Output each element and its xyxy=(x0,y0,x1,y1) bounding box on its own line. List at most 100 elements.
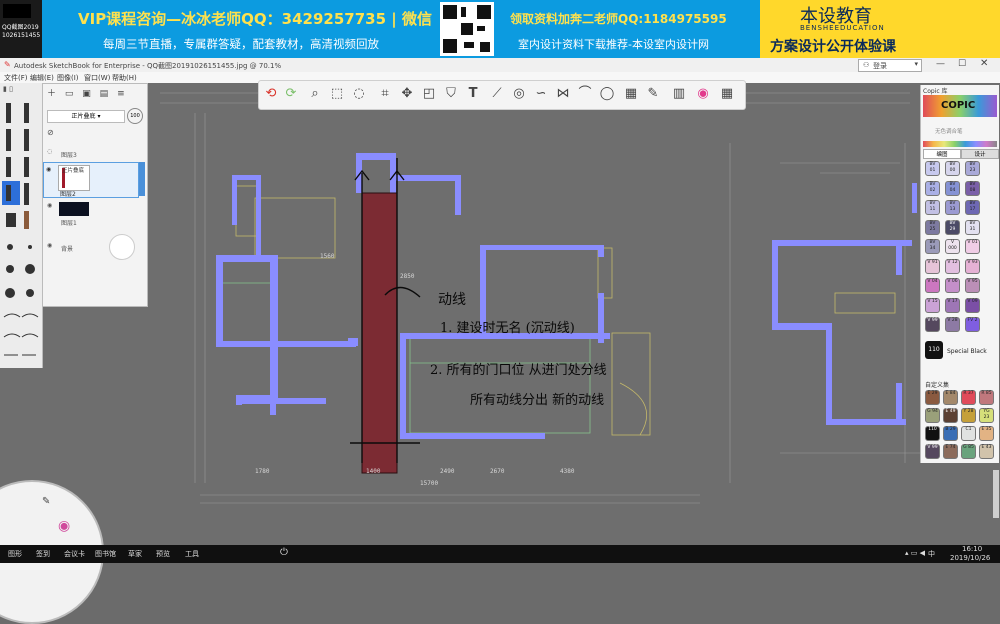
copic-swatch[interactable]: E 29 xyxy=(925,390,940,405)
layer-row[interactable]: ◉ 背景 xyxy=(45,232,145,262)
tab-design[interactable]: 设计 xyxy=(961,149,999,159)
eye-icon[interactable]: ◉ xyxy=(47,242,52,249)
login-dropdown[interactable]: ⚇ 登录 ▾ xyxy=(858,59,922,72)
copic-swatch[interactable]: V 01 xyxy=(965,239,980,254)
merge-icon[interactable]: ▤ xyxy=(100,89,109,99)
crop-icon[interactable]: ⌗ xyxy=(377,86,393,102)
copic-swatch[interactable]: E 35 xyxy=(979,426,994,441)
opacity-dial[interactable]: 100 xyxy=(127,108,143,124)
copic-swatch[interactable]: B 29 xyxy=(943,426,958,441)
color-puck-icon[interactable]: ◉ xyxy=(58,518,70,534)
copic-swatch[interactable]: BV 29 xyxy=(945,219,960,235)
taskbar-item[interactable]: 签到 xyxy=(36,549,50,559)
curve-icon[interactable]: ⌒ xyxy=(577,86,593,102)
copic-icon[interactable]: ▦ xyxy=(623,86,639,102)
tab-edit[interactable]: 编图 xyxy=(923,149,961,159)
copic-swatch[interactable]: V 93 xyxy=(965,258,980,274)
copic-swatch[interactable]: BV 01 xyxy=(925,161,940,176)
copic-swatch[interactable]: Y 28 xyxy=(961,408,976,423)
folder-icon[interactable]: ▭ xyxy=(65,89,74,99)
copic-swatch[interactable]: G 85 xyxy=(961,444,976,459)
brush-puck-icon[interactable]: ✎ xyxy=(42,496,50,507)
copic-swatch[interactable]: BV 23 xyxy=(965,161,980,176)
copic-swatch[interactable]: V 15 xyxy=(925,297,940,313)
copic-swatch[interactable]: BV 02 xyxy=(925,180,940,196)
close-button[interactable]: ✕ xyxy=(980,58,988,69)
ellipse-icon[interactable]: ◎ xyxy=(511,86,527,102)
copic-swatch[interactable]: V 06 xyxy=(945,278,960,293)
copic-swatch[interactable]: V 000 xyxy=(945,239,960,254)
select-icon[interactable]: ⬚ xyxy=(329,86,345,102)
copic-swatch[interactable]: E 84 xyxy=(943,390,958,405)
menu-help[interactable]: 帮助(H) xyxy=(112,73,137,83)
zoom-icon[interactable]: ⌕ xyxy=(307,86,323,102)
lock-icon[interactable]: ⊘ xyxy=(47,128,54,137)
lasso-icon[interactable]: ◌ xyxy=(351,86,367,102)
visibility-icon[interactable]: ◌ xyxy=(47,148,52,155)
power-icon[interactable]: ⏻ xyxy=(280,547,288,558)
copic-swatch[interactable]: V 17 xyxy=(945,297,960,313)
taskbar-item[interactable]: 图书馆 xyxy=(95,549,116,559)
taskbar-item[interactable]: 预览 xyxy=(156,549,170,559)
copic-swatch[interactable]: YG 23 xyxy=(979,408,994,423)
copic-swatch[interactable]: C1 xyxy=(961,426,976,441)
copic-swatch[interactable]: R 37 xyxy=(961,390,976,405)
copic-swatch[interactable]: BV 31 xyxy=(965,219,980,235)
image-icon[interactable]: ▣ xyxy=(82,89,91,99)
color-wheel-icon[interactable]: ◉ xyxy=(695,86,711,102)
eye-icon[interactable]: ◉ xyxy=(46,166,51,173)
transform-icon[interactable]: ✥ xyxy=(399,86,415,102)
grid-icon[interactable]: ▦ xyxy=(719,86,735,102)
copic-swatch[interactable]: BV 11 xyxy=(925,200,940,215)
menu-icon[interactable]: ≡ xyxy=(117,89,125,99)
distort-icon[interactable]: ◰ xyxy=(421,86,437,102)
copic-swatch[interactable]: V 28 xyxy=(945,317,960,332)
text-icon[interactable]: T xyxy=(465,86,481,102)
undo-icon[interactable]: ⟲ xyxy=(263,86,279,102)
taskbar-item[interactable]: 会议卡 xyxy=(64,549,85,559)
copic-swatch[interactable]: V 99 xyxy=(925,444,940,459)
copic-swatch[interactable]: V 04 xyxy=(925,278,940,293)
copic-swatch[interactable]: FV 2 xyxy=(965,317,980,332)
taskbar-item[interactable]: 图形 xyxy=(8,549,22,559)
ruler-icon[interactable]: ⟋ xyxy=(489,86,505,102)
canvas-scrollbar[interactable] xyxy=(993,470,999,518)
copic-swatch[interactable]: E 43 xyxy=(979,444,994,459)
copic-swatch[interactable]: V 09 xyxy=(965,297,980,313)
menu-edit[interactable]: 编辑(E) xyxy=(30,73,54,83)
layer-scroll-handle[interactable] xyxy=(139,162,145,196)
fill-icon[interactable]: ⛉ xyxy=(443,86,459,102)
background-color-swatch[interactable] xyxy=(109,234,135,260)
copic-swatch[interactable]: E 49 xyxy=(943,408,958,423)
taskbar-item[interactable]: 工具 xyxy=(185,549,199,559)
french-curve-icon[interactable]: ∽ xyxy=(533,86,549,102)
copic-swatch[interactable]: BV 04 xyxy=(945,180,960,196)
minimize-button[interactable]: — xyxy=(936,59,945,69)
layer-row[interactable]: ◉ 图层1 xyxy=(45,198,145,227)
copic-swatch[interactable]: V 12 xyxy=(945,258,960,274)
maximize-button[interactable]: ☐ xyxy=(958,59,966,69)
blend-mode-select[interactable]: 正片叠底 ▾ xyxy=(47,110,125,123)
copic-swatch[interactable]: BV 34 xyxy=(925,239,940,254)
ime-indicator[interactable]: 中 xyxy=(928,549,935,559)
menu-window[interactable]: 窗口(W) xyxy=(84,73,110,83)
copic-swatch[interactable]: E 74 xyxy=(943,444,958,459)
copic-swatch[interactable]: BV 13 xyxy=(945,200,960,215)
layer-row[interactable]: ◌ 图层3 xyxy=(45,146,145,160)
layer-row-selected[interactable]: ◉ 正片叠底 图层2 xyxy=(43,162,139,198)
add-layer-icon[interactable]: ＋ xyxy=(47,89,56,99)
copic-swatch[interactable]: G 94 xyxy=(925,408,940,423)
copic-swatch[interactable]: V 95 xyxy=(965,278,980,293)
pen-icon[interactable]: ✎ xyxy=(645,86,661,102)
copic-swatch[interactable]: BV 17 xyxy=(965,200,980,215)
menu-file[interactable]: 文件(F) xyxy=(4,73,28,83)
copic-swatch[interactable]: BV 25 xyxy=(925,219,940,235)
menu-image[interactable]: 图像(I) xyxy=(57,73,79,83)
redo-icon[interactable]: ⟳ xyxy=(283,86,299,102)
taskbar-item[interactable]: 草家 xyxy=(128,549,142,559)
copic-swatch[interactable]: R 85 xyxy=(979,390,994,405)
copic-swatch[interactable]: 110 xyxy=(925,426,940,441)
color-family-strip[interactable] xyxy=(923,141,997,147)
shape-icon[interactable]: ◯ xyxy=(599,86,615,102)
copic-swatch[interactable]: BV 08 xyxy=(965,180,980,196)
